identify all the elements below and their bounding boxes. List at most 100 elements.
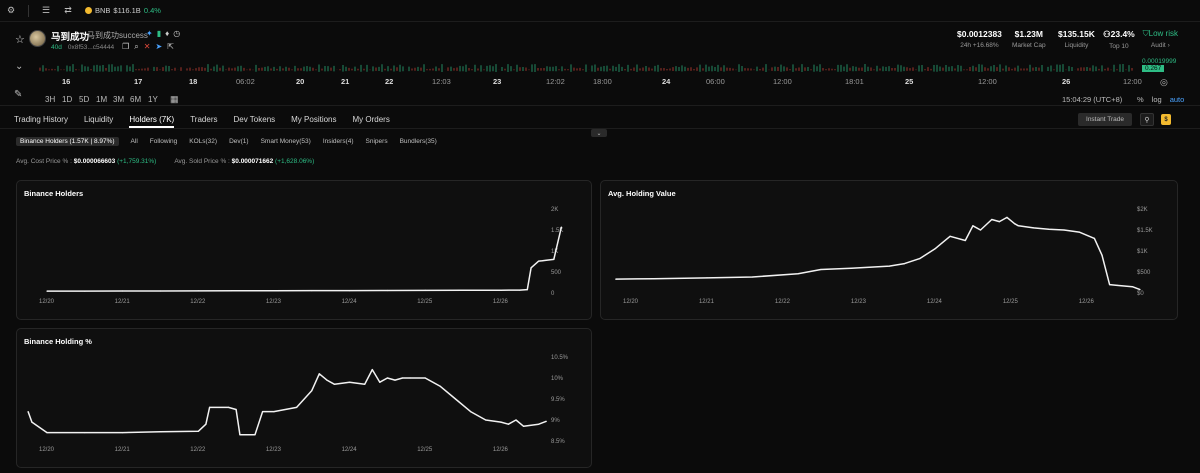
favorite-star-icon[interactable]: ☆	[15, 33, 25, 46]
percent-toggle[interactable]: %	[1137, 95, 1144, 104]
data-point	[1014, 223, 1016, 225]
avg-sold-label: Avg. Sold Price	[174, 158, 219, 165]
data-point	[515, 419, 517, 421]
calendar-icon[interactable]: ▦	[170, 94, 179, 105]
time-axis-label: 12:03	[432, 77, 451, 86]
data-point	[653, 278, 655, 280]
data-point	[545, 259, 547, 261]
x-social-icon[interactable]: ✕	[144, 42, 151, 52]
settings-icon[interactable]: ◎	[1160, 77, 1168, 88]
data-point	[1101, 254, 1103, 256]
data-point	[311, 290, 313, 292]
data-point	[401, 377, 404, 379]
timeframe-3h[interactable]: 3H	[45, 95, 55, 104]
filter-insiders[interactable]: Insiders(4)	[323, 138, 354, 145]
filter-all[interactable]: All	[131, 138, 138, 145]
timeframe-1y[interactable]: 1Y	[148, 95, 158, 104]
stat-price-value: $0.0012383	[957, 29, 1002, 39]
timeframe-5d[interactable]: 5D	[79, 95, 89, 104]
filter-following[interactable]: Following	[150, 138, 177, 145]
timeframe-1d[interactable]: 1D	[62, 95, 72, 104]
bell-icon[interactable]: ♦	[165, 29, 169, 38]
data-point	[394, 379, 396, 381]
data-point	[1116, 284, 1118, 286]
x-tick-label: 12/24	[342, 447, 358, 453]
time-axis-label: 17	[134, 77, 143, 86]
copy-icon[interactable]: ❐	[122, 42, 129, 52]
filter-kols[interactable]: KOLs(32)	[189, 138, 217, 145]
timeframe-6m[interactable]: 6M	[130, 95, 141, 104]
data-point	[254, 434, 256, 436]
data-point	[386, 289, 388, 292]
info-icon: %	[62, 158, 69, 165]
price-chart-strip[interactable]: ⌄ 16 17 18 06:02 20 21 22 12:03 23 12:02 18:00 24 06…	[0, 56, 1200, 106]
data-point	[903, 263, 906, 265]
swap-icon[interactable]: ⇄	[63, 5, 73, 16]
time-axis-label: 06:00	[706, 77, 725, 86]
telegram-icon[interactable]: ➤	[155, 42, 162, 52]
instant-trade-button[interactable]: Instant Trade	[1078, 113, 1132, 126]
data-point	[1063, 229, 1065, 231]
tab-trading-history[interactable]: Trading History	[14, 109, 68, 128]
holder-filters: Binance Holders (1.57K | 8.97%) All Foll…	[16, 136, 437, 147]
x-tick-label: 12/21	[115, 299, 131, 305]
bnb-label: BNB	[95, 6, 111, 15]
data-point	[439, 385, 441, 387]
chevron-down-circle-icon[interactable]: ⌄	[15, 61, 23, 72]
time-axis-label: 21	[341, 77, 350, 86]
pin-button[interactable]: ⚲	[1140, 113, 1154, 126]
filter-dev[interactable]: Dev(1)	[229, 138, 249, 145]
tab-dev-tokens[interactable]: Dev Tokens	[233, 109, 275, 128]
data-point	[553, 258, 555, 260]
data-point	[820, 268, 822, 271]
stat-top10: ⚇23.4% Top 10	[1103, 29, 1135, 50]
gear-icon[interactable]: ⚙	[6, 5, 16, 16]
data-point	[333, 383, 336, 385]
token-header: ☆ 马到成功 马到成功success ✦ ▮ ♦ ◷ 40d 0x8f53...…	[0, 24, 1200, 54]
data-point	[507, 423, 509, 425]
collapse-toggle[interactable]: ⌄	[591, 129, 607, 137]
y-tick-label: $2K	[1137, 207, 1148, 213]
external-link-icon[interactable]: ⇱	[167, 42, 174, 52]
tab-liquidity[interactable]: Liquidity	[84, 109, 113, 128]
series-line	[27, 368, 547, 436]
stat-liquidity-label: Liquidity	[1064, 42, 1089, 49]
log-toggle[interactable]: log	[1152, 95, 1162, 104]
filter-binance-holders[interactable]: Binance Holders (1.57K | 8.97%)	[16, 137, 119, 146]
search-icon[interactable]: ⌕	[134, 42, 138, 52]
coin-filter-button[interactable]: $	[1161, 114, 1171, 125]
timeframe-1m[interactable]: 1M	[96, 95, 107, 104]
token-subtitle: 马到成功success	[87, 31, 148, 40]
tab-my-orders[interactable]: My Orders	[353, 109, 390, 128]
price-badge: 0.267	[1142, 65, 1165, 72]
timeframe-3m[interactable]: 3M	[113, 95, 124, 104]
token-tools: ❐ ⌕ ✕ ➤ ⇱	[122, 42, 174, 52]
filter-smart-money[interactable]: Smart Money(53)	[261, 138, 311, 145]
divider	[28, 4, 29, 17]
y-tick-label: 2K	[551, 207, 558, 213]
y-tick-label: 8.5%	[551, 439, 565, 445]
x-tick-label: 12/22	[190, 447, 206, 453]
tab-my-positions[interactable]: My Positions	[291, 109, 336, 128]
ruler-icon[interactable]: ✎	[14, 89, 22, 100]
auto-toggle[interactable]: auto	[1170, 95, 1185, 104]
bnb-ticker[interactable]: BNB $116.1B 0.4%	[85, 6, 161, 15]
risk-text: Low risk	[1148, 29, 1178, 38]
sliders-icon[interactable]: ☰	[41, 5, 51, 16]
x-tick-label: 12/26	[493, 447, 509, 453]
filter-bundlers[interactable]: Bundlers(35)	[400, 138, 437, 145]
data-point	[31, 421, 33, 423]
data-point	[349, 381, 351, 383]
risk-audit[interactable]: ⛉Low risk Audit ›	[1143, 29, 1178, 49]
data-point	[1131, 286, 1133, 288]
token-address[interactable]: 0x8f53...c54444	[68, 44, 114, 51]
series-line	[615, 216, 1141, 291]
tab-holders[interactable]: Holders (7K)	[129, 109, 175, 128]
filter-snipers[interactable]: Snipers	[366, 138, 388, 145]
book-icon[interactable]: ▮	[157, 29, 161, 38]
data-point	[1109, 284, 1111, 286]
time-axis-label: 12:00	[1123, 77, 1142, 86]
data-point	[1033, 227, 1035, 229]
tab-traders[interactable]: Traders	[190, 109, 217, 128]
time-axis-label: 25	[905, 77, 914, 86]
